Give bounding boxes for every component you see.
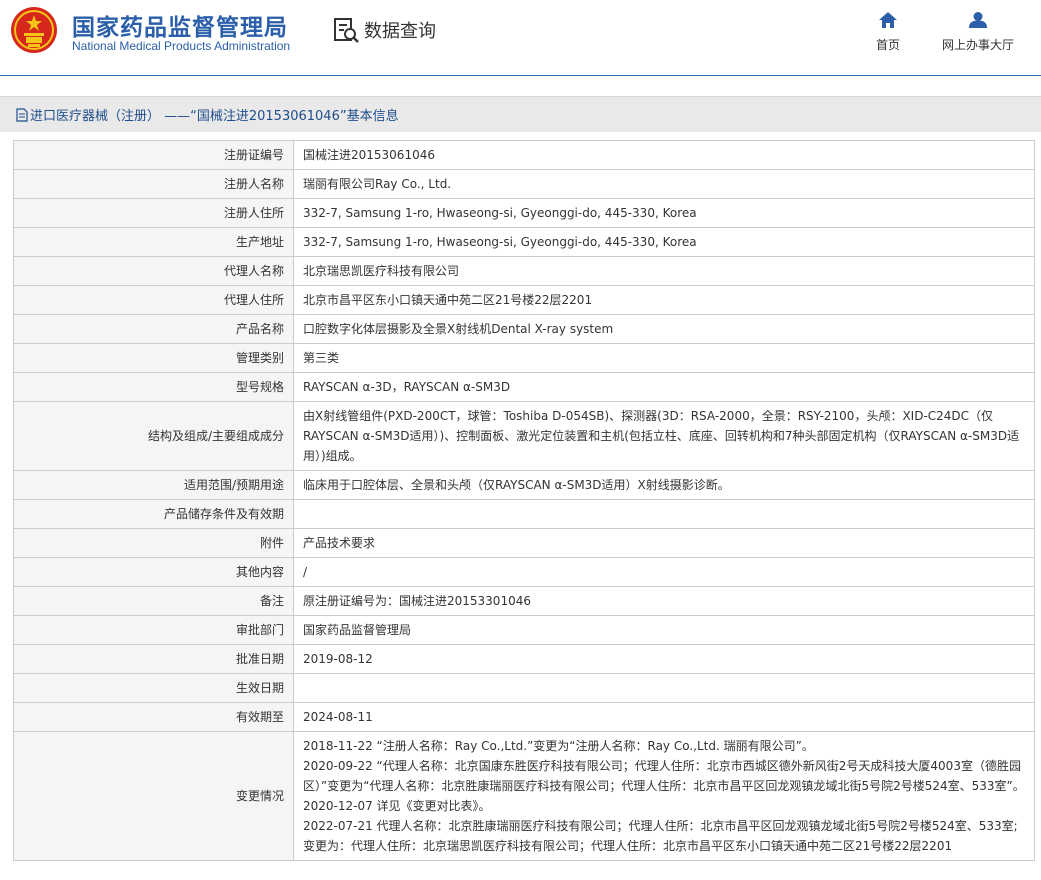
table-row: 注册人住所 332-7, Samsung 1-ro, Hwaseong-si, G… [13,198,1035,228]
row-value: 北京市昌平区东小口镇天通中苑二区21号楼22层2201 [293,285,1035,315]
nav-home-label: 首页 [876,38,901,52]
table-row: 结构及组成/主要组成成分 由X射线管组件(PXD-200CT，球管：Toshiba… [13,401,1035,471]
row-label: 有效期至 [13,702,294,732]
row-value: 临床用于口腔体层、全景和头颅（仅RAYSCAN α-SM3D适用）X射线摄影诊断… [293,470,1035,500]
row-label: 生效日期 [13,673,294,703]
row-label: 注册人住所 [13,198,294,228]
change-entry: 2022-07-21 代理人名称：北京胜康瑞丽医疗科技有限公司；代理人住所：北京… [303,819,1018,853]
table-row: 其他内容 / [13,557,1035,587]
row-value: 原注册证编号为：国械注进20153301046 [293,586,1035,616]
row-label: 产品储存条件及有效期 [13,499,294,529]
table-row: 产品名称 口腔数字化体层摄影及全景X射线机Dental X-ray system [13,314,1035,344]
row-value: 2024-08-11 [293,702,1035,732]
document-icon [16,107,28,122]
home-icon [879,12,897,28]
row-label: 代理人名称 [13,256,294,286]
table-row: 代理人住所 北京市昌平区东小口镇天通中苑二区21号楼22层2201 [13,285,1035,315]
site-title[interactable]: 国家药品监督管理局 [72,8,288,42]
changes-label: 变更情况 [13,731,294,861]
change-entry: 2020-12-07 详见《变更对比表》。 [303,799,491,813]
table-row: 批准日期 2019-08-12 [13,644,1035,674]
info-table: 注册证编号 国械注进20153061046 注册人名称 瑞丽有限公司Ray Co., … [13,140,1035,861]
data-query-label: 数据查询 [364,21,436,42]
table-row: 代理人名称 北京瑞思凯医疗科技有限公司 [13,256,1035,286]
table-row: 生效日期 [13,673,1035,703]
row-value: 由X射线管组件(PXD-200CT，球管：Toshiba D-054SB)、探测… [293,401,1035,471]
row-label: 型号规格 [13,372,294,402]
row-value: / [293,557,1035,587]
table-row-changes: 变更情况 2018-11-22 “注册人名称：Ray Co.,Ltd.”变更为“注… [13,731,1035,861]
nav-online-hall[interactable]: 网上办事大厅 [942,12,1014,53]
table-row: 附件 产品技术要求 [13,528,1035,558]
table-row: 型号规格 RAYSCAN α-3D，RAYSCAN α-SM3D [13,372,1035,402]
changes-value: 2018-11-22 “注册人名称：Ray Co.,Ltd.”变更为“注册人名称… [293,731,1035,861]
change-entry: 2020-09-22 “代理人名称：北京国康东胜医疗科技有限公司；代理人住所：北… [303,759,1025,793]
user-icon [969,12,987,28]
data-query-link[interactable]: 数据查询 [332,16,436,44]
table-row: 有效期至 2024-08-11 [13,702,1035,732]
document-search-icon [334,18,359,43]
row-label: 审批部门 [13,615,294,645]
row-value: 国械注进20153061046 [293,140,1035,170]
row-value: RAYSCAN α-3D，RAYSCAN α-SM3D [293,372,1035,402]
row-label: 管理类别 [13,343,294,373]
row-label: 附件 [13,528,294,558]
table-row: 注册证编号 国械注进20153061046 [13,140,1035,170]
table-row: 生产地址 332-7, Samsung 1-ro, Hwaseong-si, Gy… [13,227,1035,257]
row-label: 代理人住所 [13,285,294,315]
row-label: 批准日期 [13,644,294,674]
site-header: 国家药品监督管理局 National Medical Products Admi… [0,0,1041,76]
row-value: 2019-08-12 [293,644,1035,674]
row-label: 结构及组成/主要组成成分 [13,401,294,471]
info-table-wrapper: 注册证编号 国械注进20153061046 注册人名称 瑞丽有限公司Ray Co., … [13,140,1035,861]
row-value: 332-7, Samsung 1-ro, Hwaseong-si, Gyeong… [293,227,1035,257]
row-value: 口腔数字化体层摄影及全景X射线机Dental X-ray system [293,314,1035,344]
row-value: 北京瑞思凯医疗科技有限公司 [293,256,1035,286]
row-value: 瑞丽有限公司Ray Co., Ltd. [293,169,1035,199]
site-subtitle: National Medical Products Administration [72,39,291,53]
row-value: 产品技术要求 [293,528,1035,558]
table-row: 适用范围/预期用途 临床用于口腔体层、全景和头颅（仅RAYSCAN α-SM3D适… [13,470,1035,500]
table-row: 审批部门 国家药品监督管理局 [13,615,1035,645]
row-value [293,499,1035,529]
table-row: 注册人名称 瑞丽有限公司Ray Co., Ltd. [13,169,1035,199]
change-entry: 2018-11-22 “注册人名称：Ray Co.,Ltd.”变更为“注册人名称… [303,739,814,753]
table-row: 备注 原注册证编号为：国械注进20153301046 [13,586,1035,616]
table-row: 管理类别 第三类 [13,343,1035,373]
row-label: 生产地址 [13,227,294,257]
row-label: 注册人名称 [13,169,294,199]
nav-home[interactable]: 首页 [876,12,900,53]
row-label: 其他内容 [13,557,294,587]
page-title: 进口医疗器械（注册） ——“国械注进20153061046”基本信息 [30,109,399,124]
nav-hall-label: 网上办事大厅 [942,38,1015,52]
row-value: 第三类 [293,343,1035,373]
row-value [293,673,1035,703]
row-label: 备注 [13,586,294,616]
row-label: 产品名称 [13,314,294,344]
national-emblem-icon[interactable] [10,6,58,54]
row-label: 适用范围/预期用途 [13,470,294,500]
table-row: 产品储存条件及有效期 [13,499,1035,529]
row-value: 332-7, Samsung 1-ro, Hwaseong-si, Gyeong… [293,198,1035,228]
row-label: 注册证编号 [13,140,294,170]
page-heading-bar: 进口医疗器械（注册） ——“国械注进20153061046”基本信息 [0,96,1041,132]
row-value: 国家药品监督管理局 [293,615,1035,645]
